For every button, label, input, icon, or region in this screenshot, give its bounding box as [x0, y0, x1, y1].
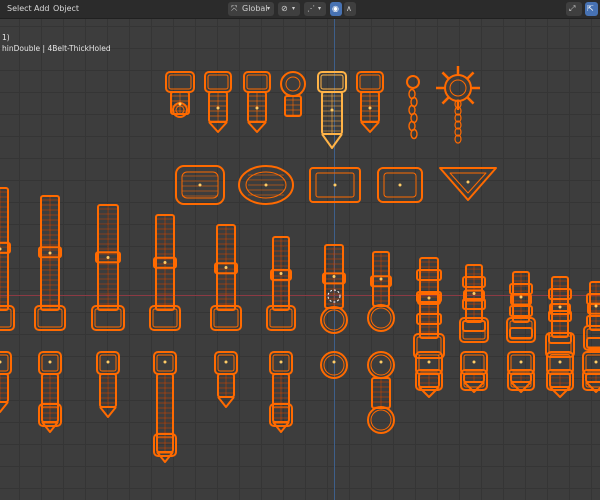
frame-info: 1)	[2, 33, 10, 42]
belt-piece[interactable]	[356, 71, 384, 133]
long-belt-strap[interactable]	[149, 214, 181, 331]
short-belt-piece[interactable]	[460, 351, 488, 393]
proportional-edit-icon: ◉	[332, 4, 339, 13]
long-belt-strap[interactable]	[320, 244, 348, 334]
short-belt-piece[interactable]	[582, 351, 600, 393]
pivot-point-dropdown[interactable]: ⊘ ▾	[278, 2, 300, 16]
proportional-falloff-dropdown[interactable]: ∧	[344, 2, 356, 16]
long-belt-strap[interactable]	[413, 257, 445, 359]
short-belt-piece[interactable]	[0, 351, 12, 413]
falloff-icon: ∧	[346, 4, 352, 13]
long-belt-strap[interactable]	[545, 276, 575, 358]
3d-viewport[interactable]: Select Add Object ⤧ Global ▾ ⊘ ▾ ⋰ ▾ ◉ ∧…	[0, 0, 600, 500]
belt-piece[interactable]	[204, 71, 232, 133]
chain-piece[interactable]	[406, 75, 420, 140]
long-belt-strap[interactable]	[506, 271, 536, 343]
transform-orientation-dropdown[interactable]: ⤧ Global ▾	[228, 2, 274, 16]
belt-piece[interactable]	[280, 71, 306, 117]
menu-add[interactable]: Add	[34, 3, 50, 15]
viewport-gizmo-icon: ⤢	[569, 4, 576, 13]
buckle-rect-small[interactable]	[377, 167, 423, 203]
transform-orientation-icon: ⤧	[231, 4, 238, 13]
long-belt-strap[interactable]	[583, 281, 600, 351]
viewport-gizmo-toggle[interactable]: ⤢	[566, 2, 582, 16]
menu-object[interactable]: Object	[53, 3, 79, 15]
short-belt-piece[interactable]	[507, 351, 535, 393]
short-belt-piece[interactable]	[269, 351, 293, 433]
navigate-toggle[interactable]: ⇱	[585, 2, 598, 16]
short-belt-piece[interactable]	[320, 351, 348, 379]
belt-piece[interactable]	[243, 71, 271, 133]
belt-piece[interactable]	[165, 71, 195, 118]
long-belt-strap[interactable]	[459, 264, 489, 343]
active-object-info: hinDouble | 4Belt-ThickHoled	[2, 44, 111, 53]
buckle-triangle[interactable]	[439, 167, 497, 201]
chevron-down-icon: ▾	[318, 5, 322, 12]
short-belt-piece[interactable]	[214, 351, 238, 408]
long-belt-strap[interactable]	[91, 204, 125, 331]
belt-piece-active[interactable]	[317, 71, 347, 149]
short-belt-piece[interactable]	[153, 351, 177, 463]
pivot-icon: ⊘	[281, 4, 288, 13]
long-belt-strap[interactable]	[0, 187, 15, 331]
buckle-rounded-rect[interactable]	[175, 165, 225, 205]
long-belt-strap[interactable]	[367, 251, 395, 332]
short-belt-piece[interactable]	[546, 351, 574, 398]
spiked-ring-piece[interactable]	[436, 66, 480, 144]
proportional-edit-toggle[interactable]: ◉	[330, 2, 342, 16]
menu-select[interactable]: Select	[7, 3, 32, 15]
snap-dropdown[interactable]: ⋰ ▾	[304, 2, 326, 16]
snap-icon: ⋰	[307, 4, 315, 13]
viewport-header: Select Add Object ⤧ Global ▾ ⊘ ▾ ⋰ ▾ ◉ ∧…	[0, 0, 600, 19]
transform-orientation-label: Global	[242, 4, 268, 13]
navigate-icon: ⇱	[587, 4, 594, 13]
short-belt-piece[interactable]	[38, 351, 62, 433]
long-belt-strap[interactable]	[34, 195, 66, 331]
objects-layer	[0, 66, 600, 463]
short-belt-piece[interactable]	[96, 351, 120, 418]
chevron-down-icon: ▾	[292, 5, 296, 12]
buckle-rect[interactable]	[309, 167, 361, 203]
buckle-oval[interactable]	[238, 165, 294, 205]
chevron-down-icon: ▾	[267, 5, 271, 12]
short-belt-piece[interactable]	[367, 351, 395, 434]
long-belt-strap[interactable]	[210, 224, 242, 331]
long-belt-strap[interactable]	[266, 236, 296, 331]
